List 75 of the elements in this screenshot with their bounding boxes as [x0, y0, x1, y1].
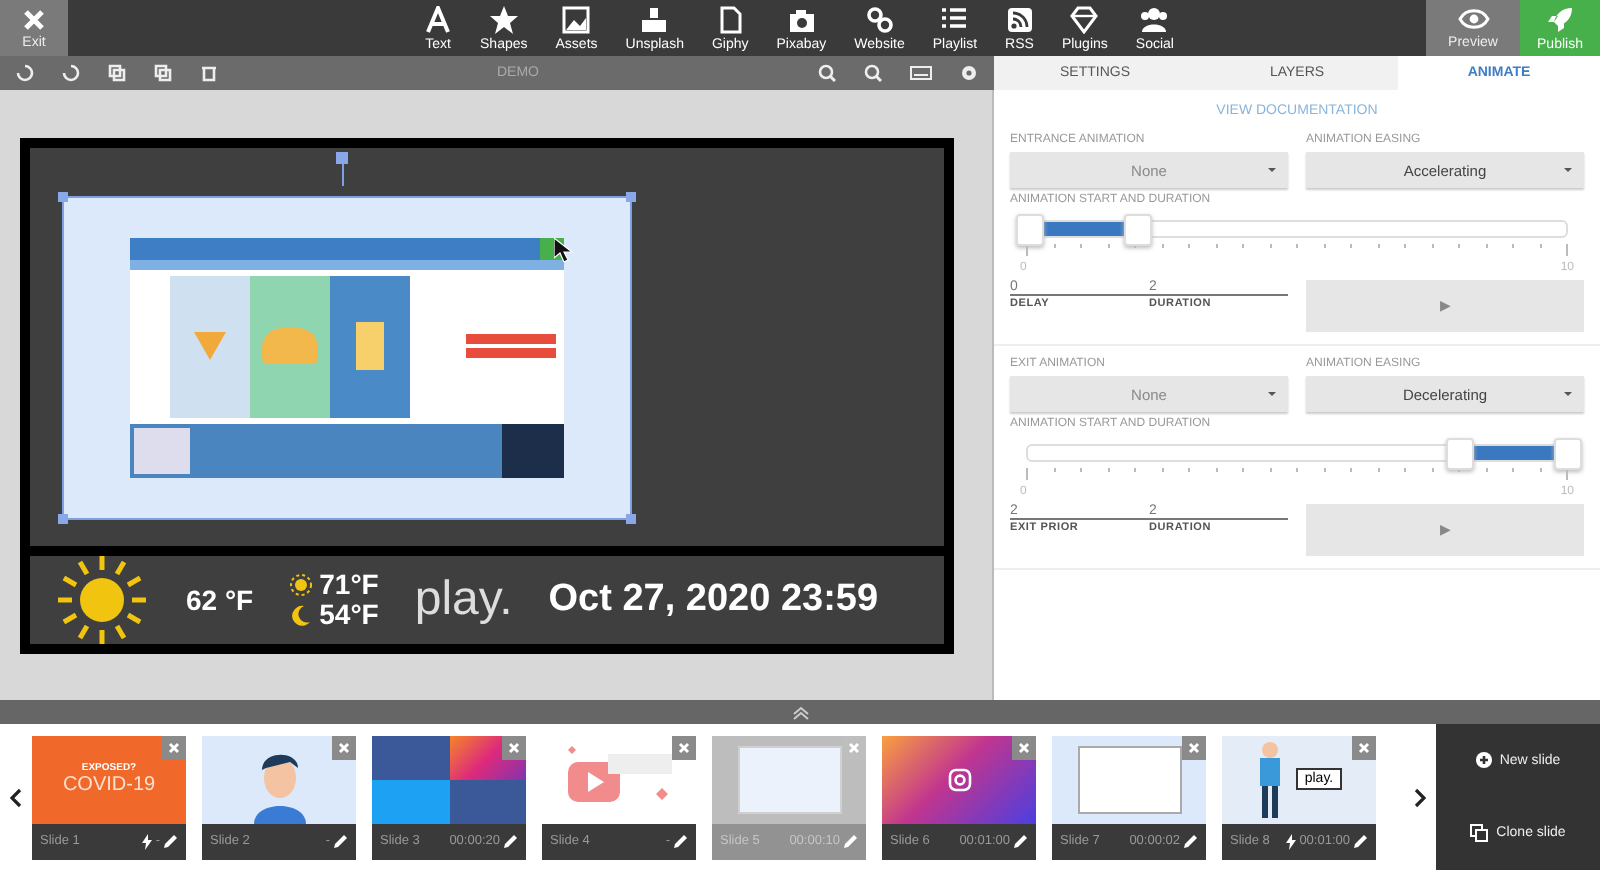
- current-temperature: 62 °F: [186, 583, 254, 615]
- screen-preview-drawing: [737, 745, 841, 813]
- pencil-icon[interactable]: [164, 834, 178, 848]
- document-icon: [716, 5, 745, 33]
- diamond-icon: [1070, 5, 1099, 33]
- screen-preview-drawing: [1077, 745, 1181, 813]
- close-icon: [1358, 741, 1370, 753]
- chevron-up-icon: [791, 705, 809, 719]
- slider-handle[interactable]: [1554, 438, 1582, 470]
- plus-circle-icon: [1475, 752, 1492, 768]
- trash-icon[interactable]: [200, 64, 218, 82]
- date-time: Oct 27, 2020 23:59: [548, 577, 879, 621]
- pencil-icon[interactable]: [1014, 834, 1028, 848]
- sun-icon: [289, 573, 312, 595]
- caret-icon: [1268, 392, 1276, 400]
- image-icon: [562, 5, 591, 33]
- pencil-icon[interactable]: [1354, 834, 1368, 848]
- chevron-right-icon[interactable]: [1414, 787, 1426, 807]
- upload-icon: [640, 5, 669, 33]
- close-icon: [338, 741, 350, 753]
- list-icon: [940, 5, 969, 33]
- caret-icon: [1564, 392, 1572, 400]
- delete-slide-button[interactable]: [672, 735, 696, 759]
- delete-slide-button[interactable]: [1182, 735, 1206, 759]
- zoom-out-icon[interactable]: [864, 64, 882, 82]
- pencil-icon[interactable]: [504, 834, 518, 848]
- close-icon: [848, 741, 860, 753]
- undo-icon[interactable]: [16, 64, 34, 82]
- cursor-icon: [554, 237, 574, 261]
- zoom-in-icon[interactable]: [818, 64, 836, 82]
- delete-slide-button[interactable]: [502, 735, 526, 759]
- slider-handle[interactable]: [1123, 214, 1152, 246]
- rocket-icon: [1546, 5, 1574, 33]
- pencil-icon[interactable]: [674, 834, 688, 848]
- camera-icon: [787, 5, 816, 33]
- slider-handle[interactable]: [1446, 438, 1475, 470]
- keyboard-icon[interactable]: [910, 66, 932, 80]
- caret-icon: [1268, 168, 1276, 176]
- eye-icon: [1457, 7, 1489, 29]
- delete-slide-button[interactable]: [162, 735, 186, 759]
- close-icon: [1018, 741, 1030, 753]
- lightning-icon: [1285, 833, 1296, 849]
- delete-slide-button[interactable]: [1352, 735, 1376, 759]
- person-illustration-drawing: [1256, 739, 1285, 819]
- pencil-icon[interactable]: [334, 834, 348, 848]
- link-icon: [865, 5, 894, 33]
- moon-icon: [289, 603, 312, 625]
- people-icon: [1140, 5, 1169, 33]
- close-icon: [168, 741, 180, 753]
- rss-icon: [1005, 5, 1034, 33]
- close-icon: [678, 741, 690, 753]
- letter-a-icon: [424, 5, 453, 33]
- sun-icon: [54, 551, 150, 647]
- caret-icon: [1564, 168, 1572, 176]
- rotate-handle[interactable]: [336, 151, 348, 185]
- thumbnail-text: COVID-19: [62, 774, 156, 796]
- delete-slide-button[interactable]: [332, 735, 356, 759]
- selected-image-layer[interactable]: [62, 195, 632, 519]
- copy-icon[interactable]: [108, 64, 126, 82]
- delete-slide-button[interactable]: [1012, 735, 1036, 759]
- low-temperature: 54°F: [319, 599, 379, 629]
- high-temperature: 71°F: [319, 569, 379, 599]
- pencil-icon[interactable]: [1184, 834, 1198, 848]
- slider-handle[interactable]: [1016, 214, 1044, 246]
- close-icon: [22, 7, 46, 31]
- star-icon: [489, 5, 518, 33]
- lightning-icon: [141, 833, 152, 849]
- settings-icon[interactable]: [960, 64, 978, 82]
- camera-icon: [947, 767, 971, 791]
- chevron-left-icon[interactable]: [10, 787, 22, 807]
- close-icon: [508, 741, 520, 753]
- logo-text: play.: [414, 571, 513, 627]
- close-icon: [1188, 741, 1200, 753]
- redo-icon[interactable]: [62, 64, 80, 82]
- copy-icon: [1470, 824, 1489, 842]
